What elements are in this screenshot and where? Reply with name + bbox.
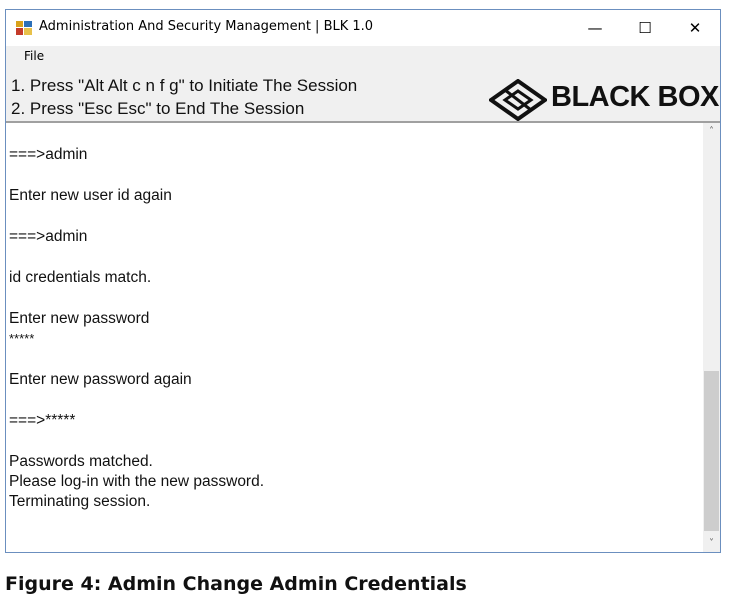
console-line: ***** <box>9 331 35 346</box>
console-line: Enter new password again <box>9 371 192 388</box>
console-line: Enter new user id again <box>9 187 172 204</box>
close-button[interactable]: ✕ <box>672 10 718 46</box>
close-icon: ✕ <box>688 19 702 37</box>
black-box-logo: BLACK BOX <box>489 79 719 121</box>
menu-bar: File <box>6 46 720 68</box>
scroll-down-icon[interactable]: ˅ <box>703 535 720 552</box>
black-box-logo-icon <box>489 79 547 121</box>
console-line: Terminating session. <box>9 493 151 510</box>
scroll-up-icon[interactable]: ˄ <box>703 123 720 140</box>
app-icon <box>16 21 32 35</box>
console-line: id credentials match. <box>9 269 152 286</box>
console-text: ===>admin Enter new user id again ===>ad… <box>9 145 689 512</box>
instructions-header: 1. Press "Alt Alt c n f g" to Initiate T… <box>6 68 720 121</box>
instruction-end: 2. Press "Esc Esc" to End The Session <box>11 99 305 118</box>
console-output[interactable]: ===>admin Enter new user id again ===>ad… <box>6 121 720 552</box>
console-line: ===>admin <box>9 228 88 245</box>
minimize-button[interactable]: — <box>572 10 618 46</box>
figure-caption: Figure 4: Admin Change Admin Credentials <box>5 573 467 595</box>
scroll-thumb[interactable] <box>704 371 719 531</box>
minimize-icon: — <box>587 19 603 37</box>
logo-text: BLACK BOX <box>551 81 719 113</box>
maximize-button[interactable]: ☐ <box>622 10 668 46</box>
console-line: Enter new password <box>9 310 150 327</box>
console-line: Please log-in with the new password. <box>9 473 265 490</box>
maximize-icon: ☐ <box>638 19 652 37</box>
menu-file[interactable]: File <box>22 49 46 63</box>
app-window: Administration And Security Management |… <box>5 9 721 553</box>
console-line: ===>***** <box>9 412 76 429</box>
title-bar[interactable]: Administration And Security Management |… <box>6 10 720 46</box>
console-line: ===>admin <box>9 146 88 163</box>
vertical-scrollbar[interactable]: ˄ ˅ <box>703 123 720 552</box>
instruction-initiate: 1. Press "Alt Alt c n f g" to Initiate T… <box>11 76 358 95</box>
console-line: Passwords matched. <box>9 453 153 470</box>
window-title: Administration And Security Management |… <box>39 19 374 34</box>
